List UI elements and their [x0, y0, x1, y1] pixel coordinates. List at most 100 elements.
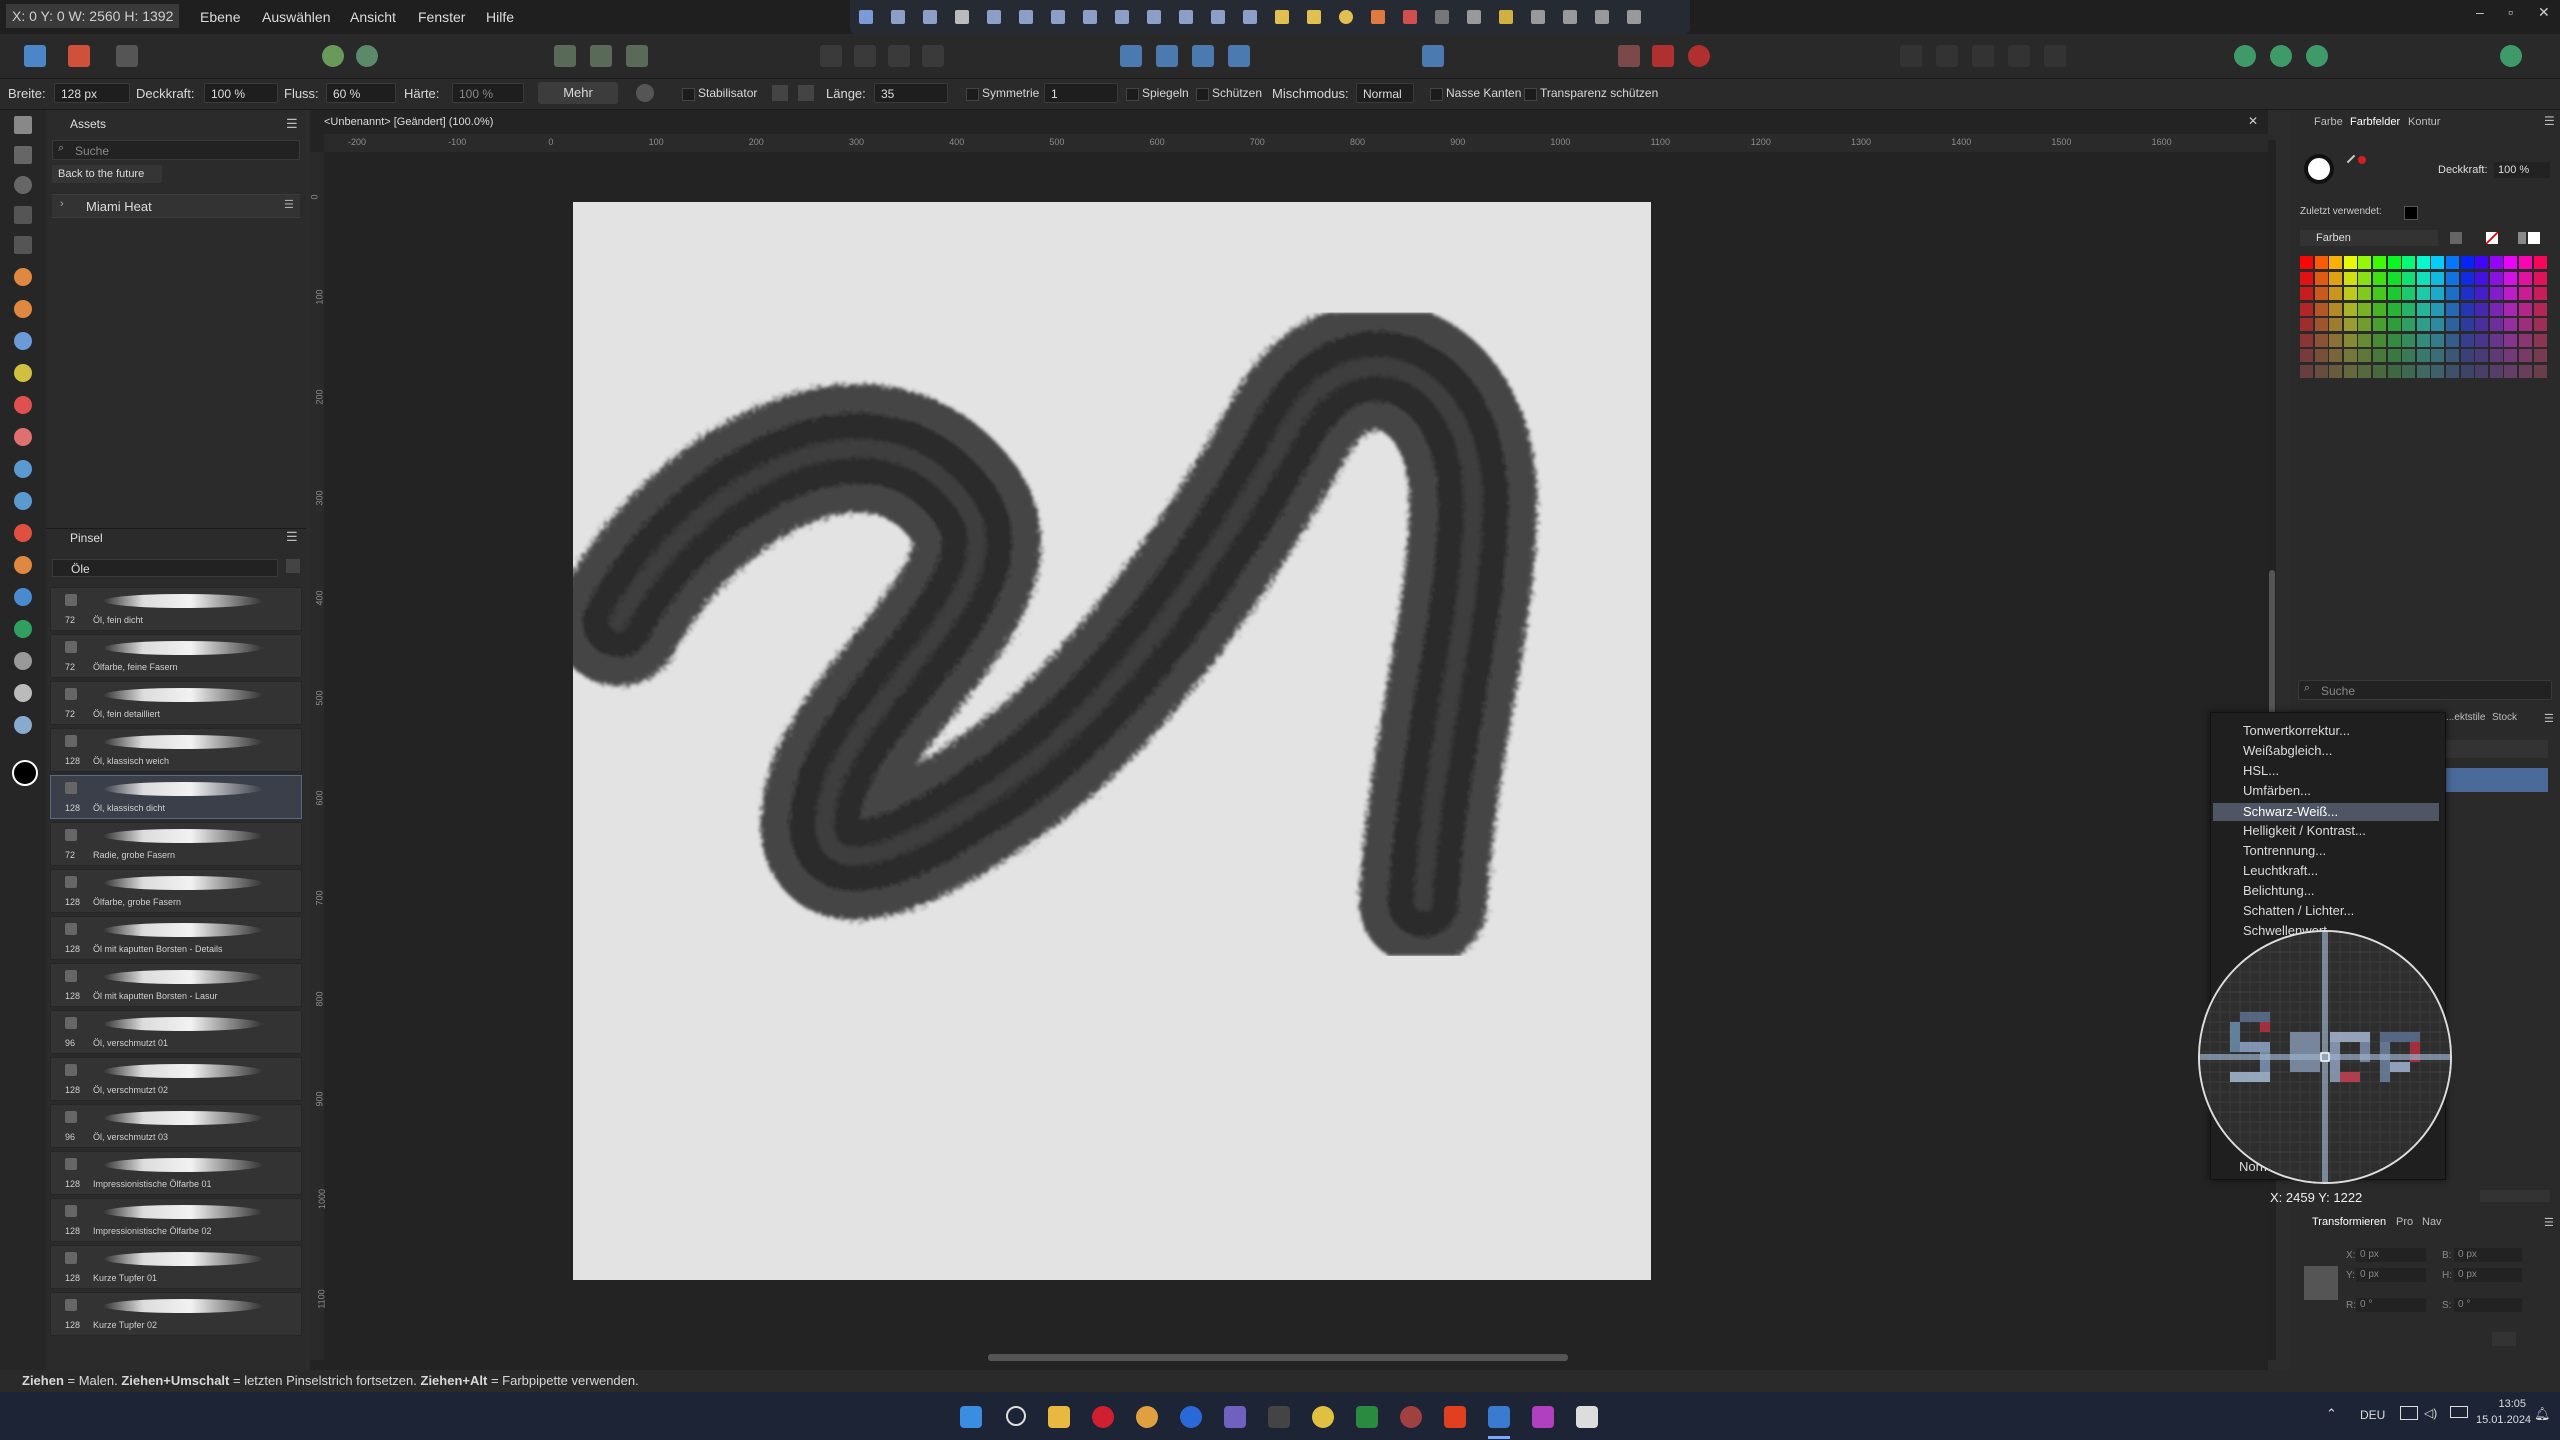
color-swatch[interactable] [2431, 333, 2445, 347]
flood-select-icon[interactable] [14, 300, 32, 318]
mischmodus-select[interactable]: Normal [1356, 83, 1414, 103]
color-swatch[interactable] [2475, 349, 2489, 362]
boolean-3-icon[interactable] [1972, 45, 1994, 67]
clock-date[interactable]: 15.01.2024 [2476, 1414, 2531, 1426]
color-swatch[interactable] [2314, 271, 2328, 285]
boolean-4-icon[interactable] [2008, 45, 2030, 67]
color-swatch[interactable] [2358, 333, 2372, 347]
flip-v-icon[interactable] [1156, 45, 1178, 67]
sheets-icon[interactable] [1356, 1406, 1378, 1428]
brush-item[interactable]: 128 Kurze Tupfer 01 [50, 1245, 302, 1289]
color-swatch[interactable] [2343, 318, 2357, 331]
color-swatch[interactable] [2314, 333, 2328, 347]
color-swatch[interactable] [2460, 349, 2474, 362]
assets-category-select[interactable]: Back to the future [52, 165, 163, 183]
color-swatch[interactable] [2533, 302, 2547, 316]
marquee-icon[interactable] [14, 206, 32, 224]
eraser-icon[interactable] [1403, 10, 1417, 24]
snapping-icon[interactable] [322, 45, 344, 67]
color-swatch[interactable] [2300, 271, 2313, 285]
comment-icon[interactable] [1307, 10, 1321, 24]
menu-ebene[interactable]: Ebene [200, 0, 240, 34]
color-swatch[interactable] [2533, 364, 2547, 378]
account-icon[interactable] [2500, 45, 2522, 67]
color-swatch[interactable] [2446, 271, 2459, 285]
language-indicator[interactable]: DEU [2360, 1408, 2385, 1422]
vivaldi-icon[interactable] [1092, 1406, 1114, 1428]
battery-icon[interactable] [2450, 1406, 2468, 1418]
color-swatch[interactable] [2533, 271, 2547, 285]
settings-icon[interactable] [356, 45, 378, 67]
settings-icon[interactable] [1563, 10, 1577, 24]
lasso-icon[interactable] [14, 176, 32, 194]
color-swatch[interactable] [2373, 349, 2386, 362]
brush-item[interactable]: 96 Öl, verschmutzt 01 [50, 1010, 302, 1054]
color-swatch[interactable] [2329, 333, 2343, 347]
vertical-scrollbar[interactable] [2269, 570, 2275, 730]
arrange-2-icon[interactable] [854, 45, 876, 67]
color-swatch[interactable] [2373, 287, 2386, 300]
deselect-icon[interactable] [590, 45, 612, 67]
color-swatch[interactable] [2402, 364, 2416, 378]
menu-item[interactable]: Schwarz-Weiß... [2213, 803, 2439, 821]
color-swatch[interactable] [2446, 333, 2459, 347]
color-swatch[interactable] [2475, 364, 2489, 378]
network-icon[interactable] [2400, 1406, 2418, 1420]
color-swatch[interactable] [2300, 318, 2313, 331]
color-swatch[interactable] [2387, 333, 2401, 347]
color-swatch[interactable] [2300, 364, 2313, 378]
color-swatch[interactable] [2504, 333, 2518, 347]
brush-list-mode-icon[interactable] [286, 559, 300, 573]
pen-tool-icon[interactable] [14, 620, 32, 638]
export-persona-icon[interactable] [116, 45, 138, 67]
mehr-button[interactable]: Mehr [538, 82, 618, 104]
x-field[interactable]: 0 px [2356, 1248, 2426, 1262]
color-swatch[interactable] [2460, 256, 2474, 269]
eraser-tool-icon[interactable] [14, 428, 32, 446]
line-icon[interactable] [1083, 10, 1097, 24]
color-swatch[interactable] [2460, 333, 2474, 347]
color-swatch[interactable] [2475, 256, 2489, 269]
anchor-icon[interactable] [2304, 1266, 2338, 1300]
selection-brush-icon[interactable] [14, 236, 32, 254]
h-field[interactable]: 0 px [2454, 1268, 2522, 1282]
zoom-tool-icon[interactable] [14, 716, 32, 734]
fill-icon[interactable] [1371, 10, 1385, 24]
color-swatch[interactable] [2314, 364, 2328, 378]
color-swatch[interactable] [2300, 333, 2313, 347]
app-icon[interactable] [1136, 1406, 1158, 1428]
brush-item[interactable]: 72 Ölfarbe, feine Fasern [50, 634, 302, 678]
search-icon[interactable] [1006, 1406, 1026, 1426]
brush-item[interactable]: 128 Öl mit kaputten Borsten - Lasur [50, 963, 302, 1007]
color-swatch[interactable] [2533, 318, 2547, 331]
color-swatch[interactable] [2504, 271, 2518, 285]
color-swatch[interactable] [2519, 349, 2532, 362]
symmetrie-field[interactable]: 1 [1044, 83, 1118, 103]
color-swatch[interactable] [2343, 271, 2357, 285]
tab-stock[interactable]: Stock [2492, 712, 2517, 723]
color-swatch[interactable] [2343, 256, 2357, 269]
color-swatch[interactable] [2460, 287, 2474, 300]
color-swatch[interactable] [2489, 287, 2503, 300]
color-swatch[interactable] [2475, 302, 2489, 316]
brush-item[interactable]: 128 Kurze Tupfer 02 [50, 1292, 302, 1336]
blur-icon[interactable] [14, 588, 32, 606]
arrange-icon[interactable] [820, 45, 842, 67]
color-swatch[interactable] [2533, 256, 2547, 269]
no-color-icon[interactable] [2486, 232, 2498, 244]
clone-icon[interactable] [14, 460, 32, 478]
color-swatch[interactable] [2416, 287, 2430, 300]
frame-text-icon[interactable] [1179, 10, 1193, 24]
color-swatch[interactable] [2402, 302, 2416, 316]
link-icon[interactable] [1499, 10, 1513, 24]
swatches-menu-icon[interactable]: ☰ [2544, 114, 2555, 128]
layer-row[interactable] [2446, 768, 2548, 792]
minimize-icon[interactable]: – [2476, 4, 2484, 20]
warning-app-icon[interactable] [1312, 1406, 1334, 1428]
color-swatch[interactable] [2416, 349, 2430, 362]
color-swatch[interactable] [2300, 302, 2313, 316]
horizontal-scrollbar[interactable] [988, 1354, 1568, 1361]
color-swatch[interactable] [2519, 256, 2532, 269]
color-swatch[interactable] [2519, 364, 2532, 378]
color-swatch[interactable] [2460, 318, 2474, 331]
